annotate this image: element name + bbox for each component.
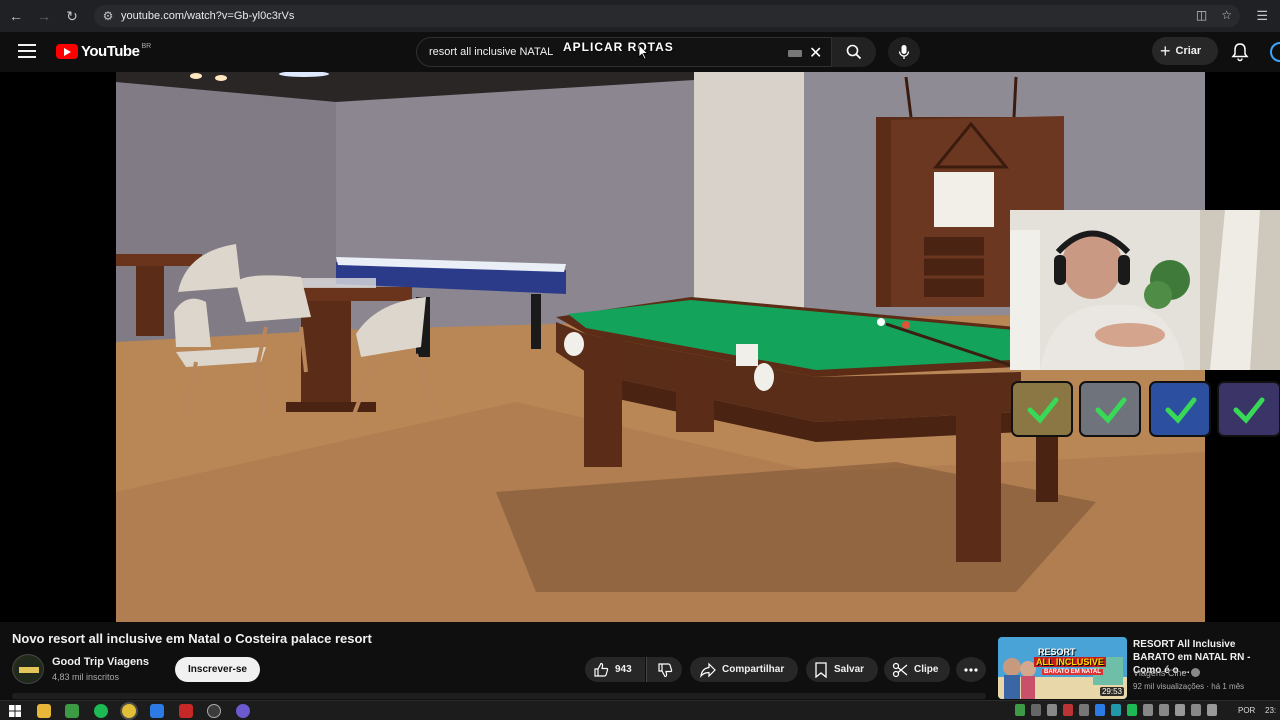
url-text: youtube.com/watch?v=Gb-yl0c3rVs — [121, 10, 295, 22]
browser-toolbar: ← → ↻ ⚙ youtube.com/watch?v=Gb-yl0c3rVs … — [0, 0, 1280, 32]
site-settings-icon[interactable]: ⚙ — [97, 9, 119, 23]
clip-button[interactable]: Clipe — [884, 657, 950, 682]
create-button[interactable]: + Criar — [1152, 37, 1218, 65]
windows-start-icon[interactable] — [8, 704, 22, 718]
subscriber-count: 4,83 mil inscritos — [52, 672, 120, 682]
input-language[interactable]: POR — [1238, 706, 1255, 715]
search-query: resort all inclusive NATAL — [429, 46, 554, 58]
share-icon — [700, 662, 716, 678]
scissors-icon — [892, 662, 908, 677]
recommended-channel-name[interactable]: Viagens Cine — [1133, 668, 1200, 678]
description-box-edge — [12, 693, 986, 699]
subscribe-button[interactable]: Inscrever-se — [175, 657, 260, 682]
menu-icon[interactable] — [18, 44, 36, 58]
share-button[interactable]: Compartilhar — [690, 657, 798, 682]
stream-overlay-text: APLICAR ROTAS — [563, 40, 674, 54]
taskbar-clock[interactable]: 23: — [1265, 706, 1276, 715]
bookmark-star-icon[interactable]: ☆ — [1221, 8, 1232, 22]
save-button[interactable]: Salvar — [806, 657, 878, 682]
bookmark-icon — [815, 661, 827, 678]
voice-search-button[interactable] — [888, 37, 920, 67]
obs-icon[interactable] — [207, 704, 221, 718]
discord-icon[interactable] — [236, 704, 250, 718]
more-horizontal-icon — [964, 667, 978, 672]
app-red-icon[interactable] — [179, 704, 193, 718]
account-avatar[interactable] — [1270, 42, 1280, 62]
search-icon — [846, 44, 862, 60]
thumbs-down-icon — [657, 662, 672, 677]
youtube-logo[interactable]: YouTube BR — [56, 43, 151, 60]
video-title: Novo resort all inclusive em Natal o Cos… — [12, 631, 372, 646]
cast-icon[interactable]: ◫ — [1196, 8, 1207, 22]
like-button[interactable]: 943 — [585, 657, 645, 682]
recommended-video-meta: 92 mil visualizações · há 1 mês — [1133, 682, 1245, 691]
system-tray — [1015, 704, 1217, 716]
plus-icon: + — [1160, 41, 1171, 61]
more-actions-button[interactable] — [956, 657, 986, 682]
app-green-icon[interactable] — [65, 704, 79, 718]
app-blue-icon[interactable] — [150, 704, 164, 718]
notifications-bell-icon[interactable] — [1230, 42, 1250, 62]
streamer-webcam — [1010, 210, 1280, 370]
video-duration: 29:53 — [1099, 687, 1124, 696]
microphone-icon — [898, 45, 910, 59]
channel-avatar[interactable] — [12, 654, 44, 684]
address-bar[interactable]: ⚙ youtube.com/watch?v=Gb-yl0c3rVs ◫ ☆ — [94, 5, 1240, 27]
back-icon[interactable]: ← — [2, 0, 30, 32]
chrome-icon[interactable] — [122, 704, 136, 718]
browser-menu-icon[interactable]: ☰ — [1256, 8, 1268, 24]
recommended-video-thumbnail[interactable]: RESORT ALL INCLUSIVE BARATO EM NATAL 29:… — [998, 637, 1127, 699]
route-badges — [1010, 380, 1280, 438]
clear-search-icon[interactable]: ✕ — [809, 43, 822, 63]
thumbs-up-icon — [594, 662, 609, 677]
keyboard-icon[interactable] — [788, 50, 802, 57]
video-player[interactable] — [0, 72, 1280, 622]
verified-icon — [1190, 668, 1200, 677]
channel-name[interactable]: Good Trip Viagens — [52, 656, 149, 668]
youtube-play-icon — [56, 44, 78, 59]
reload-icon[interactable]: ↻ — [58, 0, 86, 32]
dislike-button[interactable] — [646, 657, 682, 682]
windows-taskbar: POR 23: — [0, 700, 1280, 720]
file-explorer-icon[interactable] — [37, 704, 51, 718]
search-button[interactable] — [832, 37, 876, 67]
spotify-icon[interactable] — [94, 704, 108, 718]
forward-icon[interactable]: → — [30, 0, 58, 32]
mouse-cursor-icon — [638, 44, 648, 60]
